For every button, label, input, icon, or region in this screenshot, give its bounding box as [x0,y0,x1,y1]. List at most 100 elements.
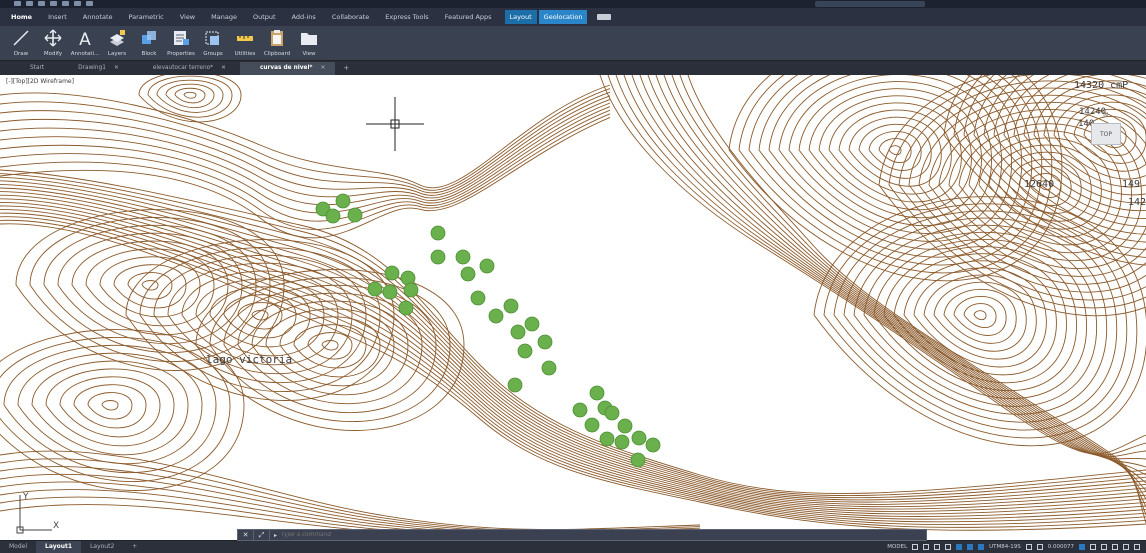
viewcube-north[interactable]: N [1103,111,1108,119]
layout-tab-layout2[interactable]: Layout2 [81,541,123,553]
settings-gear-icon[interactable] [1090,544,1096,550]
file-tab-drawing1[interactable]: Drawing1 ✕ [58,62,129,75]
tree-marker[interactable] [572,402,588,418]
ribbon-tab-geolocation[interactable]: Geolocation [538,10,588,24]
ribbon-utilities-button[interactable]: Utilities [232,26,258,60]
tree-marker[interactable] [524,316,540,332]
customize-icon[interactable] [1134,544,1140,550]
ribbon-view-button[interactable]: View [296,26,322,60]
osnap-icon[interactable] [956,544,963,550]
viewport-controls-label[interactable]: [-][Top][2D Wireframe] [6,78,74,85]
coordinate-system[interactable]: UTM84-19S [989,544,1021,550]
ribbon-groups-button[interactable]: Groups [200,26,226,60]
undo-icon[interactable] [74,1,81,6]
polar-icon[interactable] [945,544,952,550]
file-tab-curvas-de-nivel[interactable]: curvas de nivel* ✕ [239,61,336,75]
hardware-icon[interactable] [1112,544,1118,550]
tree-marker[interactable] [517,343,533,359]
units-icon[interactable] [1079,544,1085,550]
tree-marker[interactable] [479,258,495,274]
new-icon[interactable] [14,1,21,6]
tree-marker[interactable] [507,377,523,393]
open-icon[interactable] [26,1,33,6]
workspace-icon[interactable] [1036,544,1043,550]
ribbon-tab-layout[interactable]: Layout [504,10,537,24]
layout-tab-layout1[interactable]: Layout1 [36,541,82,553]
quick-access-toolbar[interactable] [14,1,93,6]
tree-marker[interactable] [614,434,630,450]
ribbon-tab-collaborate[interactable]: Collaborate [329,10,372,24]
tree-marker[interactable] [604,405,620,421]
plot-icon[interactable] [62,1,69,6]
tree-marker[interactable] [537,334,553,350]
ribbon-tab-express-tools[interactable]: Express Tools [382,10,431,24]
tree-marker[interactable] [589,385,605,401]
ribbon-modify-button[interactable]: Modify [40,26,66,60]
layout-tab-model[interactable]: Model [0,541,36,553]
tree-marker[interactable] [398,300,414,316]
tree-marker[interactable] [503,298,519,314]
grid-icon[interactable] [912,544,919,550]
file-tab-elevautocar-terreno[interactable]: elevautocar terreno* ✕ [133,62,236,75]
tree-marker[interactable] [617,418,633,434]
drawing-area[interactable]: YX [-][Top][2D Wireframe] lago victoria … [0,75,1146,540]
tree-marker[interactable] [470,290,486,306]
snap-icon[interactable] [923,544,930,550]
new-tab-button[interactable]: + [339,64,353,72]
tree-marker[interactable] [347,207,363,223]
tree-marker[interactable] [382,284,398,300]
ribbon-block-button[interactable]: Block [136,26,162,60]
tree-marker[interactable] [630,452,646,468]
viewcube[interactable]: N TOP [1082,111,1132,171]
tree-marker[interactable] [631,430,647,446]
save-icon[interactable] [38,1,45,6]
tree-marker[interactable] [510,324,526,340]
tree-marker[interactable] [488,308,504,324]
command-close-button[interactable]: ✕ [238,530,254,540]
ribbon-tab-insert[interactable]: Insert [45,10,70,24]
ribbon-tab-add-ins[interactable]: Add-ins [289,10,319,24]
ribbon-tab-parametric[interactable]: Parametric [126,10,167,24]
scale-readout[interactable]: 0.000077 [1048,544,1074,550]
ribbon-tab-view[interactable]: View [177,10,198,24]
ribbon-annotati-button[interactable]: A Annotati... [71,26,100,60]
tree-marker[interactable] [325,208,341,224]
ribbon-tab-home[interactable]: Home [8,10,35,24]
ribbon-tab-featured-apps[interactable]: Featured Apps [442,10,495,24]
tree-marker[interactable] [367,281,383,297]
file-tab-start[interactable]: Start [10,62,54,75]
clean-screen-icon[interactable] [1123,544,1129,550]
tree-marker[interactable] [384,265,400,281]
otrack-icon[interactable] [967,544,974,550]
ribbon-layers-button[interactable]: Layers [104,26,130,60]
close-tab-icon[interactable]: ✕ [320,65,325,71]
ortho-icon[interactable] [934,544,941,550]
tree-marker[interactable] [460,266,476,282]
add-layout-button[interactable]: + [123,541,146,553]
tree-marker[interactable] [541,360,557,376]
command-input[interactable] [281,530,926,540]
annotation-scale-icon[interactable] [1025,544,1032,550]
search-box[interactable] [815,1,925,7]
ribbon-clipboard-button[interactable]: Clipboard [264,26,290,60]
ribbon-properties-button[interactable]: Properties [167,26,195,60]
contour-map[interactable]: YX [0,75,1146,540]
tree-marker[interactable] [455,249,471,265]
ribbon-overflow-icon[interactable] [597,14,612,20]
tree-marker[interactable] [335,193,351,209]
geolocation-icon[interactable] [978,544,985,550]
tree-marker[interactable] [584,417,600,433]
tree-marker[interactable] [430,249,446,265]
tree-marker[interactable] [645,437,661,453]
tree-marker[interactable] [403,282,419,298]
ribbon-draw-button[interactable]: Draw [8,26,34,60]
model-space-toggle[interactable]: MODEL [887,544,907,550]
command-customize-button[interactable]: ⤢ [254,530,270,540]
close-tab-icon[interactable]: ✕ [114,65,119,71]
ribbon-tab-annotate[interactable]: Annotate [80,10,116,24]
tree-marker[interactable] [430,225,446,241]
viewcube-top-face[interactable]: TOP [1091,123,1121,145]
ribbon-tab-output[interactable]: Output [250,10,279,24]
tree-marker[interactable] [599,431,615,447]
ribbon-tab-manage[interactable]: Manage [208,10,240,24]
